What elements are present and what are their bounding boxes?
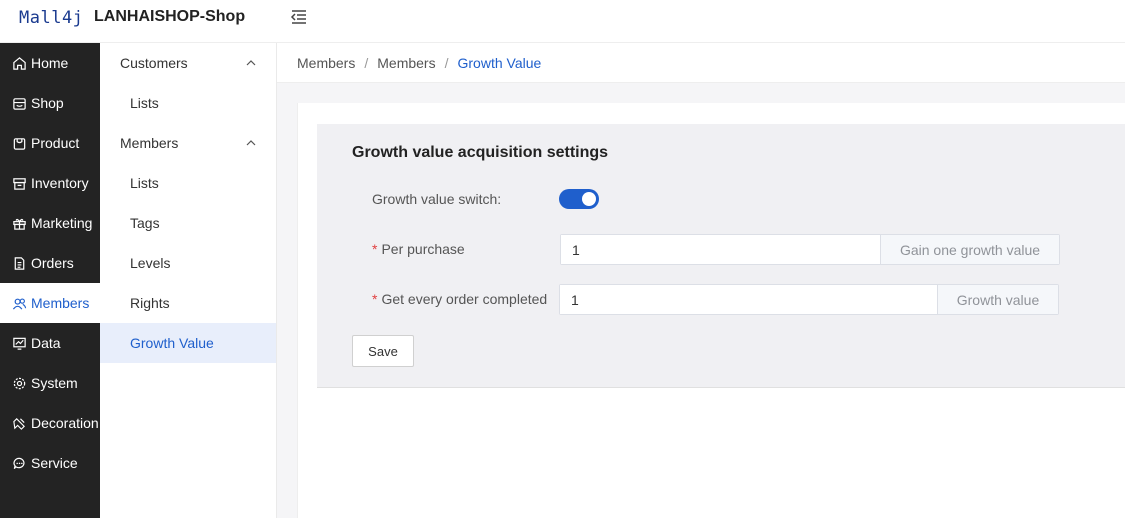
sidebar-item-home[interactable]: Home	[0, 43, 100, 83]
submenu-group-label: Members	[120, 135, 179, 151]
per-order-input-group: Growth value	[559, 284, 1059, 315]
required-mark: *	[372, 241, 378, 257]
per-purchase-input[interactable]	[561, 235, 880, 264]
chart-icon	[13, 337, 26, 350]
submenu-item-growth-value[interactable]: Growth Value	[100, 323, 276, 363]
home-icon	[13, 56, 26, 70]
submenu-item-label: Rights	[130, 295, 170, 311]
sidebar-item-system[interactable]: System	[0, 363, 100, 403]
sidebar-item-label: Shop	[31, 95, 64, 111]
sidebar-item-label: Product	[31, 135, 80, 151]
sidebar-item-label: Inventory	[31, 175, 89, 191]
members-icon	[12, 298, 27, 310]
settings-title: Growth value acquisition settings	[352, 144, 609, 161]
breadcrumb-item[interactable]: Members	[377, 55, 435, 71]
submenu-group-members[interactable]: Members	[100, 123, 276, 163]
chevron-up-icon	[246, 60, 256, 66]
gear-icon	[13, 377, 26, 389]
sidebar-item-decoration[interactable]: Decoration	[0, 403, 100, 443]
switch-label: Growth value switch:	[372, 191, 502, 207]
submenu-item-label: Lists	[130, 95, 159, 111]
gift-icon	[13, 218, 26, 230]
sidebar-item-marketing[interactable]: Marketing	[0, 203, 100, 243]
sidebar-item-product[interactable]: Product	[0, 123, 100, 163]
submenu-group-label: Customers	[120, 55, 188, 71]
submenu-item-label: Tags	[130, 215, 160, 231]
sidebar-item-members[interactable]: Members	[0, 283, 100, 323]
main-sidebar: Home Shop Product Inventory Marketing Or…	[0, 43, 100, 518]
sidebar-item-service[interactable]: Service	[0, 443, 100, 483]
sidebar-item-label: Marketing	[31, 215, 93, 231]
sidebar-item-label: Data	[31, 335, 61, 351]
submenu-item-rights[interactable]: Rights	[100, 283, 276, 323]
per-purchase-input-group: Gain one growth value	[560, 234, 1060, 265]
breadcrumb-item[interactable]: Members	[297, 55, 355, 71]
submenu-group-customers[interactable]: Customers	[100, 43, 276, 83]
submenu-item-label: Lists	[130, 175, 159, 191]
breadcrumb-separator: /	[364, 54, 369, 71]
collapse-menu-icon[interactable]	[289, 7, 309, 27]
product-icon	[13, 137, 26, 150]
breadcrumb-current: Growth Value	[457, 54, 542, 71]
per-purchase-label: * Per purchase	[372, 241, 465, 257]
shop-name: LANHAISHOP-Shop	[94, 8, 246, 25]
chevron-up-icon	[246, 140, 256, 146]
sidebar-item-inventory[interactable]: Inventory	[0, 163, 100, 203]
chat-icon	[13, 457, 25, 469]
sidebar-item-shop[interactable]: Shop	[0, 83, 100, 123]
submenu-item-label: Growth Value	[130, 335, 214, 351]
logo: Mall4j	[19, 8, 84, 28]
per-order-append: Growth value	[937, 285, 1058, 314]
growth-value-switch[interactable]	[559, 189, 599, 209]
sidebar-item-data[interactable]: Data	[0, 323, 100, 363]
per-order-input[interactable]	[560, 285, 937, 314]
switch-knob	[582, 192, 596, 206]
sidebar-item-label: Decoration	[31, 415, 99, 431]
sidebar-item-label: Service	[31, 455, 78, 471]
breadcrumb: Members / Members / Growth Value	[277, 43, 1125, 83]
save-button[interactable]: Save	[352, 335, 414, 367]
sidebar-item-label: Orders	[31, 255, 74, 271]
sidebar-item-label: Home	[31, 55, 69, 71]
breadcrumb-separator: /	[444, 54, 449, 71]
submenu-item-customer-lists[interactable]: Lists	[100, 83, 276, 123]
top-header: Mall4j LANHAISHOP-Shop	[0, 0, 1125, 43]
submenu-item-member-lists[interactable]: Lists	[100, 163, 276, 203]
brush-icon	[13, 417, 25, 430]
inventory-icon	[13, 177, 26, 190]
shop-icon	[13, 97, 26, 110]
sidebar-item-label: Members	[31, 295, 90, 311]
required-mark: *	[372, 291, 378, 307]
sidebar-item-orders[interactable]: Orders	[0, 243, 100, 283]
sub-menu: Customers Lists Members Lists Tags Level…	[100, 43, 277, 518]
submenu-item-levels[interactable]: Levels	[100, 243, 276, 283]
submenu-item-label: Levels	[130, 255, 171, 271]
per-order-label-text: Get every order completed	[381, 291, 548, 307]
per-purchase-append: Gain one growth value	[880, 235, 1059, 264]
document-icon	[14, 256, 25, 270]
per-purchase-label-text: Per purchase	[381, 241, 465, 257]
submenu-item-tags[interactable]: Tags	[100, 203, 276, 243]
sidebar-item-label: System	[31, 375, 78, 391]
per-order-label: * Get every order completed	[372, 291, 547, 307]
